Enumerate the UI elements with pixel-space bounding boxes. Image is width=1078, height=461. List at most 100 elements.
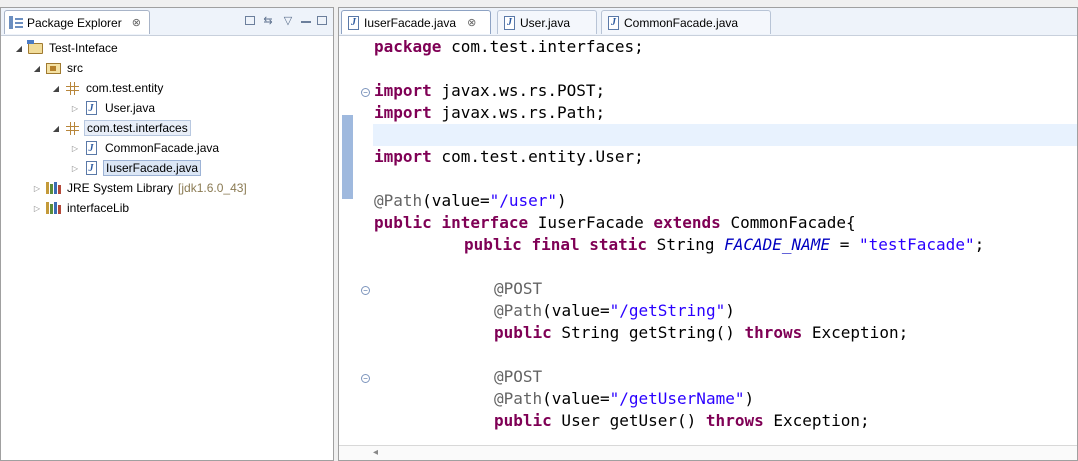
code-text: (value= xyxy=(422,191,490,210)
code-text: CommonFacade{ xyxy=(720,213,856,232)
tree-item-label: com.test.interfaces xyxy=(84,120,191,136)
tab-label: Package Explorer xyxy=(27,15,122,30)
java-file-icon: J xyxy=(83,100,99,116)
package-icon xyxy=(64,120,80,136)
tree-item-label: User.java xyxy=(105,101,156,115)
tab-label: CommonFacade.java xyxy=(624,15,739,30)
tree-item-iuserfacade-java[interactable]: ▷ J IuserFacade.java xyxy=(1,158,333,178)
tree-item-jre-library[interactable]: ▷ JRE System Library [jdk1.6.0_43] xyxy=(1,178,333,198)
view-toolbar: ⇆ ▽ xyxy=(245,13,327,27)
code-text: (value= xyxy=(542,389,610,408)
code-line: import javax.ws.rs.POST; xyxy=(373,80,1077,102)
tree-item-package-entity[interactable]: ◢ com.test.entity xyxy=(1,78,333,98)
fold-collapse-icon[interactable]: − xyxy=(361,88,370,97)
java-file-icon: J xyxy=(83,140,99,156)
tree-item-package-interfaces[interactable]: ◢ com.test.interfaces xyxy=(1,118,333,138)
code-text: ) xyxy=(557,191,567,210)
collapsed-arrow-icon[interactable]: ▷ xyxy=(69,144,81,153)
source-folder-icon xyxy=(45,60,61,76)
expanded-arrow-icon[interactable]: ◢ xyxy=(50,124,62,133)
keyword: public xyxy=(464,235,522,254)
code-line: public interface IuserFacade extends Com… xyxy=(373,212,1077,234)
tab-label: IuserFacade.java xyxy=(364,15,457,30)
collapsed-arrow-icon[interactable]: ▷ xyxy=(69,164,81,173)
tree-item-src[interactable]: ◢ src xyxy=(1,58,333,78)
code-text: com.test.entity.User; xyxy=(431,147,644,166)
code-line: @POST xyxy=(373,278,1077,300)
expanded-arrow-icon[interactable]: ◢ xyxy=(31,64,43,73)
keyword: final xyxy=(531,235,580,254)
link-with-editor-icon[interactable]: ⇆ xyxy=(261,13,275,27)
tab-package-explorer[interactable]: Package Explorer ⊗ xyxy=(4,10,150,34)
tree-item-label: interfaceLib xyxy=(67,201,130,215)
constant-field: FACADE_NAME xyxy=(724,235,831,254)
scroll-left-icon[interactable]: ◂ xyxy=(373,447,378,458)
code-text: Exception; xyxy=(802,323,909,342)
collapsed-arrow-icon[interactable]: ▷ xyxy=(69,104,81,113)
package-explorer-icon xyxy=(9,16,23,29)
keyword: package xyxy=(374,37,442,56)
java-file-icon: J xyxy=(83,160,99,176)
tree-item-label: JRE System Library xyxy=(67,181,174,195)
tree-item-label: CommonFacade.java xyxy=(105,141,220,155)
close-icon[interactable]: ⊗ xyxy=(132,16,141,29)
library-icon xyxy=(45,180,61,196)
string-literal: "/getString" xyxy=(609,301,726,320)
code-text: com.test.interfaces; xyxy=(441,37,644,56)
annotation: @Path xyxy=(374,191,423,210)
library-icon xyxy=(45,200,61,216)
code-text: ; xyxy=(974,235,985,254)
code-line: public final static String FACADE_NAME =… xyxy=(373,234,1077,256)
code-line: @POST xyxy=(373,366,1077,388)
tab-iuserfacade[interactable]: J IuserFacade.java ⊗ xyxy=(341,10,491,34)
code-text: = xyxy=(830,235,859,254)
tree-item-commonfacade-java[interactable]: ▷ J CommonFacade.java xyxy=(1,138,333,158)
maximize-icon[interactable] xyxy=(317,15,327,25)
code-text: String xyxy=(647,235,725,254)
keyword: import xyxy=(374,147,432,166)
close-icon[interactable]: ⊗ xyxy=(467,16,476,29)
java-file-icon: J xyxy=(348,15,359,30)
horizontal-scrollbar[interactable]: ◂ xyxy=(339,445,1077,460)
tree-item-user-java[interactable]: ▷ J User.java xyxy=(1,98,333,118)
package-explorer-view: Package Explorer ⊗ ⇆ ▽ ◢ Test-Inteface ◢… xyxy=(0,7,334,461)
string-literal: "testFacade" xyxy=(858,235,975,254)
code-line: @Path(value="/getString") xyxy=(373,300,1077,322)
minimize-icon[interactable] xyxy=(301,17,311,23)
collapsed-arrow-icon[interactable]: ▷ xyxy=(31,204,43,213)
tree-item-label: Test-Inteface xyxy=(49,41,118,55)
java-editor: J IuserFacade.java ⊗ J User.java J Commo… xyxy=(338,7,1078,461)
view-menu-chevron-icon[interactable]: ▽ xyxy=(281,13,295,27)
keyword: import xyxy=(374,103,432,122)
code-line: import com.test.entity.User; xyxy=(373,146,1077,168)
code-text: Exception; xyxy=(763,411,870,430)
expanded-arrow-icon[interactable]: ◢ xyxy=(50,84,62,93)
editor-gutter[interactable]: − − − xyxy=(339,36,371,446)
collapse-all-icon[interactable] xyxy=(245,15,255,25)
current-line xyxy=(373,124,1077,146)
keyword: static xyxy=(589,235,648,254)
tab-label: User.java xyxy=(520,15,571,30)
project-tree: ◢ Test-Inteface ◢ src ◢ com.test.entity … xyxy=(1,38,333,218)
project-icon xyxy=(26,39,43,56)
tree-item-label: IuserFacade.java xyxy=(103,160,202,176)
code-line: package com.test.interfaces; xyxy=(373,36,1077,58)
keyword: public xyxy=(374,213,432,232)
collapsed-arrow-icon[interactable]: ▷ xyxy=(31,184,43,193)
fold-collapse-icon[interactable]: − xyxy=(361,286,370,295)
keyword: throws xyxy=(705,411,764,430)
tab-commonfacade-java[interactable]: J CommonFacade.java xyxy=(601,10,771,34)
package-icon xyxy=(64,80,80,96)
code-text: IuserFacade xyxy=(528,213,654,232)
tree-item-label: src xyxy=(67,61,83,75)
tab-user-java[interactable]: J User.java xyxy=(497,10,597,34)
tree-item-interfacelib[interactable]: ▷ interfaceLib xyxy=(1,198,333,218)
annotation: @POST xyxy=(494,367,543,386)
keyword: public xyxy=(494,323,552,342)
fold-collapse-icon[interactable]: − xyxy=(361,374,370,383)
code-area[interactable]: package com.test.interfaces; import java… xyxy=(373,36,1077,446)
expanded-arrow-icon[interactable]: ◢ xyxy=(13,44,25,53)
tree-item-project[interactable]: ◢ Test-Inteface xyxy=(1,38,333,58)
quick-diff-marker xyxy=(342,115,353,199)
